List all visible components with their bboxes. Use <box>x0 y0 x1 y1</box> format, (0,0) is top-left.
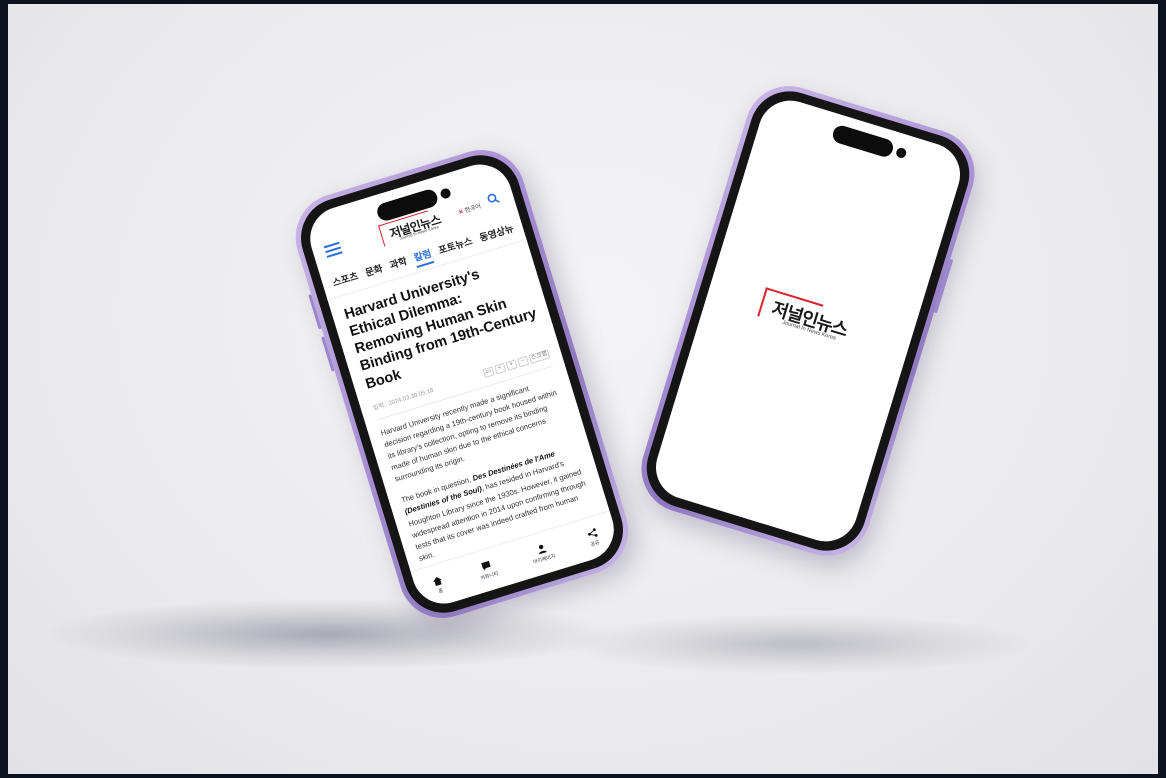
language-label: 한국어 <box>464 203 482 215</box>
background-stage: 저널인뉴스 Journal In News Korea ✕ 한국어 스포츠 문화 <box>8 4 1158 774</box>
tab-label: 마이페이지 <box>532 553 557 566</box>
print-icon[interactable]: ▭ <box>482 366 495 378</box>
menu-icon[interactable] <box>323 241 343 258</box>
phone-right: 저널인뉴스 Journal In News Korea <box>630 75 986 567</box>
tab-home[interactable]: 홈 <box>432 574 447 595</box>
phone-shadow-right <box>568 614 1028 674</box>
chat-icon <box>481 560 491 571</box>
font-decrease-button[interactable]: − <box>516 355 530 368</box>
dynamic-island <box>830 123 896 159</box>
phone-bezel: 저널인뉴스 Journal In News Korea <box>636 81 980 561</box>
tab-community[interactable]: 커뮤니티 <box>476 558 499 582</box>
share-icon <box>587 528 598 537</box>
phone-bezel: 저널인뉴스 Journal In News Korea ✕ 한국어 스포츠 문화 <box>291 145 633 623</box>
tab-label: 홈 <box>437 587 445 595</box>
person-icon <box>538 544 547 555</box>
phone-screen: 저널인뉴스 Journal In News Korea ✕ 한국어 스포츠 문화 <box>302 156 622 612</box>
phone-shadow-left <box>48 599 608 669</box>
tab-label: 공유 <box>589 539 601 549</box>
font-increase-button[interactable]: + <box>505 359 518 371</box>
tab-mypage[interactable]: 마이페이지 <box>529 541 557 566</box>
nav-item-column[interactable]: 칼럼 <box>412 245 435 268</box>
tab-share[interactable]: 공유 <box>586 527 601 548</box>
scrap-button[interactable]: 스크랩 <box>528 349 551 364</box>
phone-left: 저널인뉴스 Journal In News Korea ✕ 한국어 스포츠 문화 <box>284 139 640 629</box>
home-icon <box>433 576 443 586</box>
share-icon[interactable]: < <box>493 362 507 375</box>
language-selector[interactable]: ✕ 한국어 <box>457 201 482 217</box>
splash-logo: 저널인뉴스 Journal In News Korea <box>754 287 861 354</box>
search-icon[interactable] <box>486 191 501 206</box>
phone-screen: 저널인뉴스 Journal In News Korea <box>648 92 968 550</box>
nav-item-sports[interactable]: 스포츠 <box>331 268 361 293</box>
nav-item-culture[interactable]: 문화 <box>363 261 385 283</box>
nav-item-science[interactable]: 과학 <box>388 253 410 275</box>
